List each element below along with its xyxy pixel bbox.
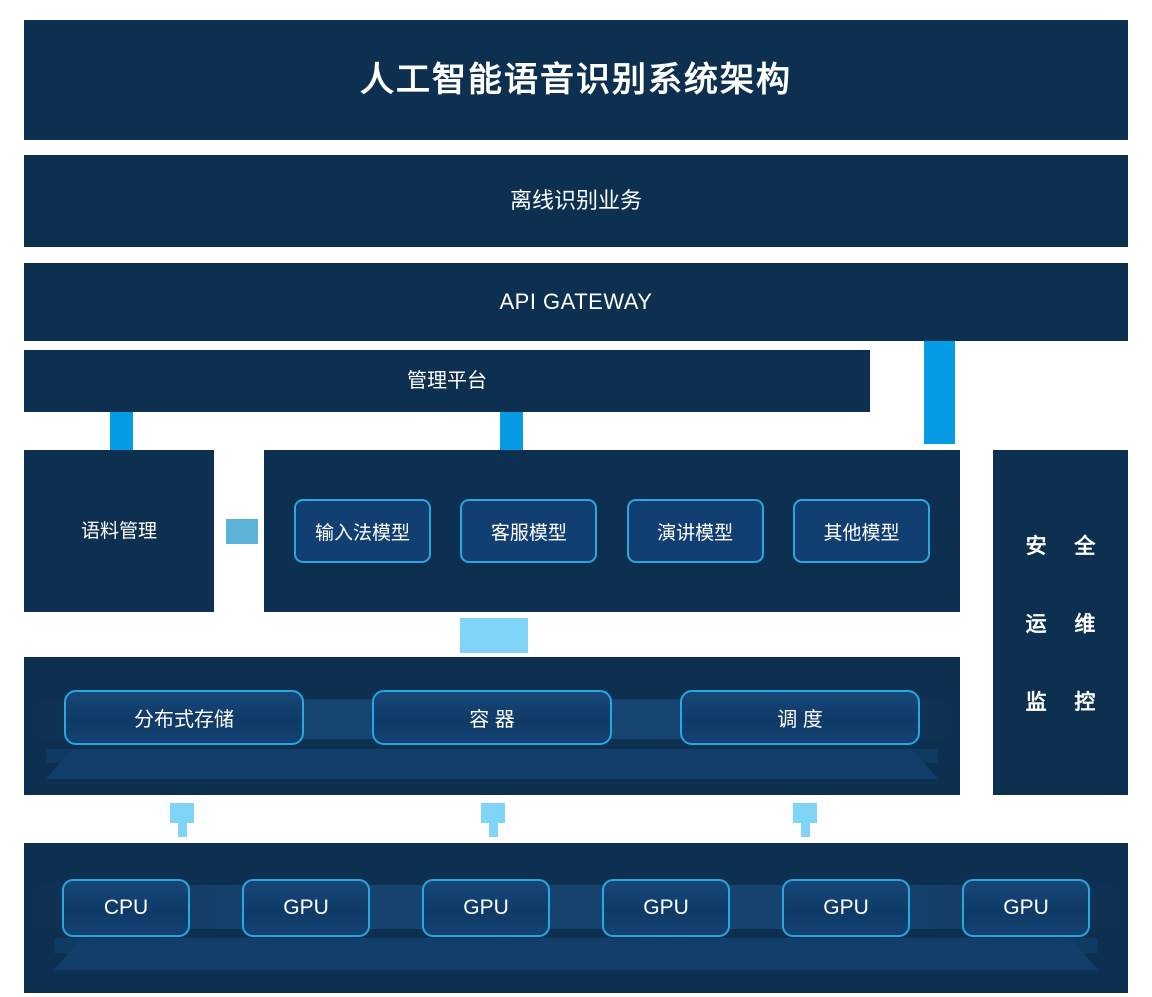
hardware-box-row: CPU GPU GPU GPU GPU GPU bbox=[24, 843, 1128, 993]
hardware-box-gpu-4[interactable]: GPU bbox=[782, 879, 910, 937]
layer-offline-service-label: 离线识别业务 bbox=[509, 188, 642, 213]
hardware-box-gpu-2-label: GPU bbox=[463, 896, 509, 919]
hardware-box-cpu-label: CPU bbox=[103, 896, 149, 919]
infra-box-container[interactable]: 容 器 bbox=[372, 690, 612, 745]
security-column-line-operations: 运 维 bbox=[1025, 612, 1107, 636]
layer-offline-service: 离线识别业务 bbox=[24, 155, 1128, 247]
hardware-box-gpu-5-label: GPU bbox=[1003, 896, 1049, 919]
infra-box-container-label: 容 器 bbox=[469, 709, 515, 731]
hardware-box-gpu-5[interactable]: GPU bbox=[962, 879, 1090, 937]
plug-head-icon bbox=[481, 803, 505, 823]
hardware-box-cpu[interactable]: CPU bbox=[62, 879, 190, 937]
hardware-box-gpu-3-label: GPU bbox=[643, 896, 689, 919]
connector-plug-scheduling-to-hardware bbox=[793, 803, 817, 837]
connector-plug-container-to-hardware bbox=[481, 803, 505, 837]
infra-box-distributed-storage-label: 分布式存储 bbox=[134, 709, 234, 731]
infrastructure-box-row: 分布式存储 容 器 调 度 bbox=[24, 657, 960, 795]
model-box-other[interactable]: 其他模型 bbox=[792, 499, 930, 563]
plug-stem-icon bbox=[489, 823, 498, 837]
model-box-customer-service[interactable]: 客服模型 bbox=[460, 499, 598, 563]
hardware-box-gpu-3[interactable]: GPU bbox=[602, 879, 730, 937]
hardware-box-gpu-4-label: GPU bbox=[823, 896, 869, 919]
infra-box-scheduling-label: 调 度 bbox=[777, 709, 823, 731]
infra-box-scheduling[interactable]: 调 度 bbox=[680, 690, 920, 745]
layer-model-group: 输入法模型 客服模型 演讲模型 其他模型 bbox=[264, 450, 960, 612]
layer-management-platform: 管理平台 bbox=[24, 350, 870, 412]
connector-management-to-corpus bbox=[110, 412, 133, 450]
plug-stem-icon bbox=[801, 823, 810, 837]
hardware-box-gpu-1-label: GPU bbox=[283, 896, 329, 919]
plug-head-icon bbox=[793, 803, 817, 823]
model-box-customer-service-label: 客服模型 bbox=[490, 522, 567, 544]
layer-api-gateway-label: API GATEWAY bbox=[499, 289, 653, 314]
layer-hardware: CPU GPU GPU GPU GPU GPU bbox=[24, 843, 1128, 993]
connector-gateway-to-security bbox=[924, 341, 955, 444]
model-box-speech-label: 演讲模型 bbox=[657, 522, 734, 544]
layer-corpus-management-label: 语料管理 bbox=[80, 520, 157, 542]
connector-plug-storage-to-hardware bbox=[170, 803, 194, 837]
model-box-input-method[interactable]: 输入法模型 bbox=[294, 499, 431, 563]
layer-management-platform-label: 管理平台 bbox=[407, 370, 487, 392]
model-box-other-label: 其他模型 bbox=[823, 522, 900, 544]
model-box-speech[interactable]: 演讲模型 bbox=[626, 499, 764, 563]
diagram-title-bar: 人工智能语音识别系统架构 bbox=[24, 20, 1128, 140]
plug-head-icon bbox=[170, 803, 194, 823]
connector-models-to-infrastructure bbox=[460, 618, 528, 653]
security-column-line-monitoring: 监 控 bbox=[1025, 690, 1107, 714]
layer-infrastructure: 分布式存储 容 器 调 度 bbox=[24, 657, 960, 795]
layer-corpus-management: 语料管理 bbox=[24, 450, 214, 612]
model-box-input-method-label: 输入法模型 bbox=[314, 522, 410, 544]
architecture-diagram: 人工智能语音识别系统架构 离线识别业务 API GATEWAY 管理平台 语料管… bbox=[0, 0, 1152, 997]
connector-management-to-models bbox=[500, 412, 523, 450]
hardware-box-gpu-1[interactable]: GPU bbox=[242, 879, 370, 937]
layer-security-ops-monitoring: 安 全 运 维 监 控 bbox=[993, 450, 1128, 795]
plug-stem-icon bbox=[178, 823, 187, 837]
infra-box-distributed-storage[interactable]: 分布式存储 bbox=[64, 690, 304, 745]
hardware-box-gpu-2[interactable]: GPU bbox=[422, 879, 550, 937]
layer-api-gateway: API GATEWAY bbox=[24, 263, 1128, 341]
page-title: 人工智能语音识别系统架构 bbox=[360, 61, 792, 99]
connector-corpus-to-models bbox=[226, 519, 258, 544]
security-column-line-security: 安 全 bbox=[1025, 534, 1107, 558]
